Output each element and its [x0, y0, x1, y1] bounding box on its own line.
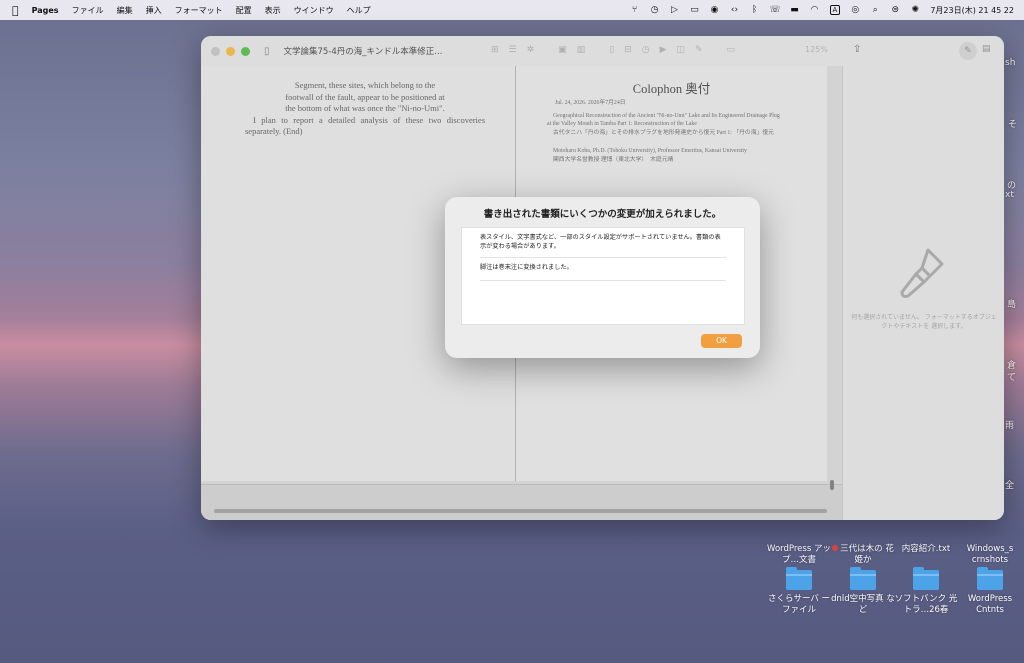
folder-icon	[913, 567, 939, 590]
desktop-icon-label: WordPress Cntnts	[967, 594, 1013, 615]
play-icon[interactable]: ▷	[670, 5, 680, 15]
bluetooth-icon[interactable]: ᛒ	[750, 5, 760, 15]
desktop-partial-label: sh	[1005, 58, 1016, 68]
folder-icon	[850, 567, 876, 590]
menu-format[interactable]: フォーマット	[175, 5, 223, 16]
apple-menu-icon[interactable]: 	[12, 4, 19, 17]
circle-icon[interactable]: ◉	[710, 5, 720, 15]
desktop-folder-icon[interactable]: WordPress アップ…文書	[767, 520, 831, 566]
menu-datetime[interactable]: 7月23日(木) 21 45 22	[930, 5, 1014, 16]
desktop-folder-icon[interactable]: Windows_s crnshots	[958, 520, 1022, 566]
phone-icon[interactable]: ☏	[770, 5, 781, 15]
folder-icon	[786, 567, 812, 590]
wifi-icon[interactable]: ◠	[810, 5, 820, 15]
desktop-folder-icon[interactable]: さくらサーバ ーファイル	[767, 567, 831, 616]
menu-view[interactable]: 表示	[265, 5, 281, 16]
ok-button[interactable]: OK	[701, 334, 742, 348]
desktop-partial-label: そ	[1008, 120, 1018, 130]
desktop-file-icon[interactable]: 三代は木の 花姫か	[831, 520, 895, 566]
export-changes-dialog: 書き出された書類にいくつかの変更が加えられました。 表スタイル、文字書式など、一…	[445, 197, 760, 358]
search-icon[interactable]: ⌕	[870, 5, 880, 15]
desktop-partial-label: xt	[1005, 190, 1014, 200]
time-machine-icon[interactable]: ◷	[650, 5, 660, 15]
desktop-icon-label: さくらサーバ ーファイル	[767, 594, 831, 615]
desktop-icon-label: 内容紹介.txt	[901, 544, 951, 554]
menu-bar:  Pages ファイル 編集 挿入 フォーマット 配置 表示 ウインドウ ヘル…	[0, 0, 1024, 20]
desktop-icon-label: WordPress アップ…文書	[767, 544, 831, 565]
dialog-message-list: 表スタイル、文字書式など、一部のスタイル設定がサポートされていません。書類の表示…	[461, 227, 745, 325]
menu-window[interactable]: ウインドウ	[294, 5, 334, 16]
battery-icon[interactable]: ▬	[790, 5, 800, 15]
input-mode-indicator[interactable]: A	[829, 5, 841, 15]
code-icon[interactable]: ‹›	[730, 5, 740, 15]
desktop-partial-label: 全	[1005, 481, 1015, 491]
menu-edit[interactable]: 編集	[117, 5, 133, 16]
desktop-folder-icon[interactable]: WordPress Cntnts	[958, 567, 1022, 616]
desktop-folder-icon[interactable]: ソフトバンク 光トラ…26春	[894, 567, 958, 616]
desktop-text-file-icon[interactable]: 内容紹介.txt	[894, 520, 958, 555]
dialog-message: 脚注は巻末注に変換されました。	[480, 258, 726, 281]
desktop-icon-label: dnld空中写真 など	[831, 594, 895, 615]
siri-icon[interactable]: ✺	[910, 5, 920, 15]
dialog-message: 表スタイル、文字書式など、一部のスタイル設定がサポートされていません。書類の表示…	[480, 228, 726, 258]
user-icon[interactable]: ◎	[850, 5, 860, 15]
dialog-title: 書き出された書類にいくつかの変更が加えられました。	[483, 209, 722, 220]
menu-file[interactable]: ファイル	[72, 5, 104, 16]
desktop-folder-icon[interactable]: dnld空中写真 など	[831, 567, 895, 616]
window-icon[interactable]: ▭	[690, 5, 700, 15]
desktop-partial-label: 雨	[1005, 421, 1015, 431]
desktop-partial-label: 島	[1007, 300, 1017, 310]
menu-arrange[interactable]: 配置	[236, 5, 252, 16]
menu-help[interactable]: ヘルプ	[347, 5, 371, 16]
folder-icon	[977, 567, 1003, 590]
tools-icon[interactable]: ⑂	[630, 5, 640, 15]
menu-app-name[interactable]: Pages	[32, 6, 59, 15]
control-center-icon[interactable]: ⊜	[890, 5, 900, 15]
desktop-partial-label: て	[1007, 373, 1017, 383]
red-tag-icon	[832, 545, 839, 551]
desktop-icon-label: Windows_s crnshots	[966, 544, 1014, 565]
desktop-icon-label: ソフトバンク 光トラ…26春	[894, 594, 958, 615]
desktop-icon-label: 三代は木の 花姫か	[840, 544, 894, 565]
menu-insert[interactable]: 挿入	[146, 5, 162, 16]
